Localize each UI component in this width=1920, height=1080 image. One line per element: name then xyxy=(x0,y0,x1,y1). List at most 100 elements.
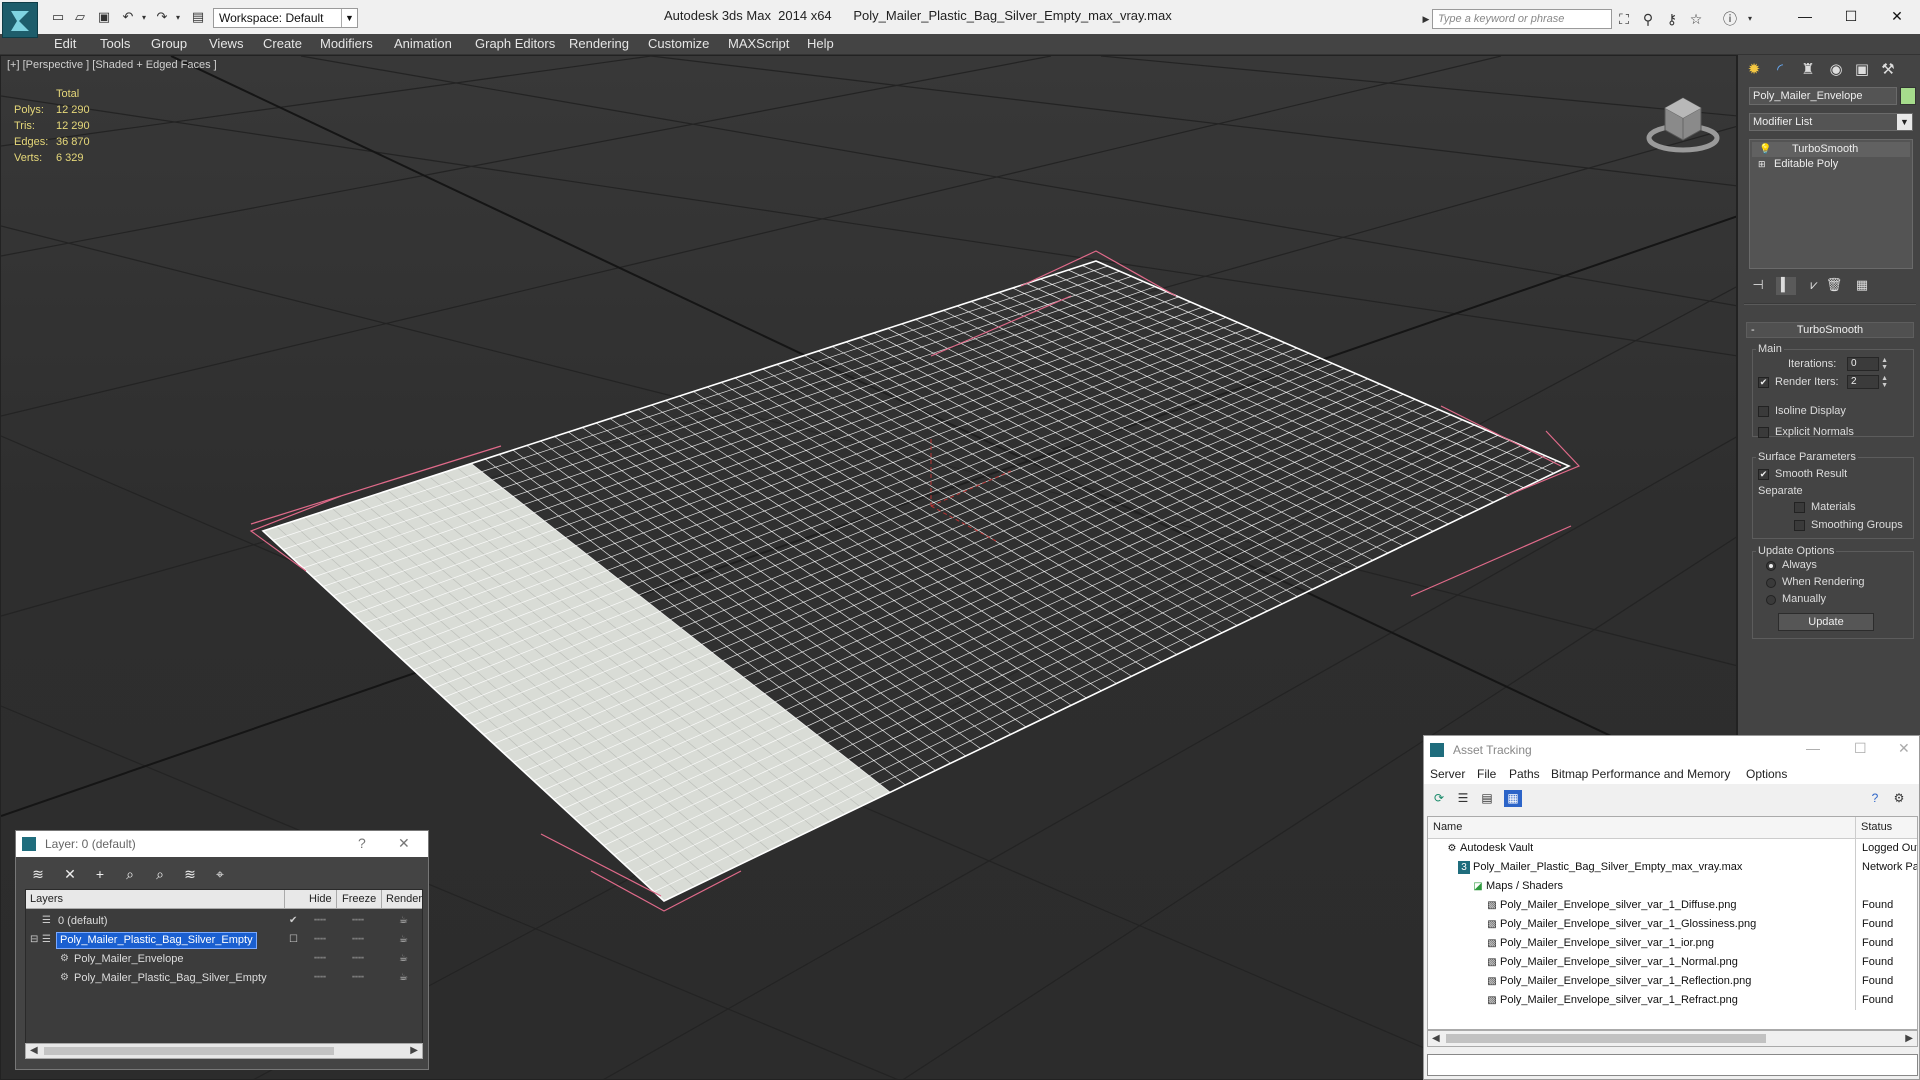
scroll-left-icon[interactable]: ◀ xyxy=(30,1044,38,1058)
smooth-result-checkbox[interactable]: ✔ xyxy=(1758,469,1769,480)
close-icon[interactable]: ✕ xyxy=(398,835,410,852)
column-hide[interactable]: Hide xyxy=(309,893,332,905)
render-iters-checkbox[interactable]: ✔ xyxy=(1758,377,1769,388)
spinner-arrows-icon[interactable]: ▲ ▼ xyxy=(1881,375,1888,389)
show-end-result-icon[interactable]: ▍ xyxy=(1776,277,1796,295)
smoothing-groups-checkbox[interactable] xyxy=(1794,520,1805,531)
lightbulb-icon[interactable]: 💡 xyxy=(1759,142,1771,157)
maximize-button[interactable]: ☐ xyxy=(1854,740,1867,757)
table-row[interactable]: ⚙ Autodesk Vault Logged Out xyxy=(1428,839,1917,858)
menu-help[interactable]: Help xyxy=(807,36,834,51)
layer-dialog-titlebar[interactable]: Layer: 0 (default) ? ✕ xyxy=(16,831,428,857)
menu-create[interactable]: Create xyxy=(263,36,302,51)
scroll-right-icon[interactable]: ▶ xyxy=(1905,1031,1913,1046)
close-button[interactable]: ✕ xyxy=(1898,740,1910,757)
layer-row[interactable]: ⊟ ☰ Poly_Mailer_Plastic_Bag_Silver_Empty… xyxy=(26,931,422,949)
explicit-normals-checkbox[interactable] xyxy=(1758,427,1769,438)
stack-item-turbosmooth[interactable]: 💡 TurboSmooth xyxy=(1752,142,1910,157)
favorites-icon[interactable]: ☆ xyxy=(1686,10,1706,28)
chevron-down-icon[interactable]: ▼ xyxy=(1897,114,1912,130)
redo-icon[interactable]: ↷ xyxy=(154,9,170,25)
hide-toggle[interactable]: ┅┅ xyxy=(314,912,326,930)
make-unique-icon[interactable]: ⩗ xyxy=(1804,277,1824,295)
communication-center-icon[interactable]: ⚲ xyxy=(1638,10,1658,28)
scroll-left-icon[interactable]: ◀ xyxy=(1432,1031,1440,1046)
viewcube-icon[interactable] xyxy=(1643,88,1723,161)
table-row[interactable]: ▧ Poly_Mailer_Envelope_silver_var_1_Norm… xyxy=(1428,953,1917,972)
sign-in-icon[interactable]: ⚷ xyxy=(1662,10,1682,28)
project-folder-icon[interactable]: ▤ xyxy=(190,9,206,25)
table-row[interactable]: 3 Poly_Mailer_Plastic_Bag_Silver_Empty_m… xyxy=(1428,858,1917,877)
maximize-button[interactable]: ☐ xyxy=(1828,4,1874,28)
freeze-toggle[interactable]: ┅┅ xyxy=(352,969,364,987)
help-icon[interactable]: ? xyxy=(358,835,366,851)
menu-graph-editors[interactable]: Graph Editors xyxy=(475,36,555,51)
menu-edit[interactable]: Edit xyxy=(54,36,76,51)
create-icon[interactable]: ✹ xyxy=(1742,59,1766,81)
freeze-toggle[interactable]: ┅┅ xyxy=(352,950,364,968)
object-name-field[interactable]: Poly_Mailer_Envelope xyxy=(1749,87,1897,105)
menu-paths[interactable]: Paths xyxy=(1509,767,1540,781)
logged-status-icon[interactable]: ⚙ xyxy=(1890,790,1908,807)
hide-toggle[interactable]: ┅┅ xyxy=(314,969,326,987)
active-layer-check-icon[interactable]: ✔ xyxy=(289,912,297,930)
layer-row[interactable]: ☰ 0 (default) ✔ ┅┅ ┅┅ ☕ xyxy=(26,912,422,930)
search-input[interactable]: Type a keyword or phrase xyxy=(1432,9,1612,29)
create-layer-icon[interactable]: ≋ xyxy=(28,864,48,884)
render-teapot-icon[interactable]: ☕ xyxy=(399,912,408,930)
help-dropdown-icon[interactable]: ▾ xyxy=(1740,10,1760,28)
menu-maxscript[interactable]: MAXScript xyxy=(728,36,789,51)
render-teapot-icon[interactable]: ☕ xyxy=(399,950,408,968)
column-freeze[interactable]: Freeze xyxy=(342,893,376,905)
undo-dropdown-icon[interactable]: ▾ xyxy=(136,9,152,25)
app-logo-icon[interactable] xyxy=(2,2,38,38)
iterations-spinner[interactable]: 0 ▲ ▼ xyxy=(1847,357,1888,371)
object-color-swatch[interactable] xyxy=(1900,87,1916,105)
model-mesh[interactable] xyxy=(261,260,1571,902)
column-name[interactable]: Name xyxy=(1433,821,1462,833)
undo-icon[interactable]: ↶ xyxy=(120,9,136,25)
materials-checkbox[interactable] xyxy=(1794,502,1805,513)
asset-table[interactable]: Name Status ⚙ Autodesk Vault Logged Out … xyxy=(1427,816,1918,1030)
list-view-icon[interactable]: ☰ xyxy=(1454,790,1472,807)
column-status[interactable]: Status xyxy=(1861,821,1892,833)
scroll-right-icon[interactable]: ▶ xyxy=(410,1044,418,1058)
context-help-icon[interactable]: ? xyxy=(1866,790,1884,807)
minimize-button[interactable]: — xyxy=(1782,4,1828,28)
isoline-display-checkbox[interactable] xyxy=(1758,406,1769,417)
menu-tools[interactable]: Tools xyxy=(100,36,130,51)
menu-file[interactable]: File xyxy=(1477,767,1496,781)
when-rendering-radio[interactable] xyxy=(1766,578,1776,588)
table-view-icon[interactable]: ▦ xyxy=(1504,790,1522,807)
layer-row[interactable]: ⚙ Poly_Mailer_Plastic_Bag_Silver_Empty ┅… xyxy=(26,969,422,987)
expand-plus-icon[interactable]: ⊞ xyxy=(1758,157,1766,172)
minimize-button[interactable]: — xyxy=(1806,740,1820,756)
table-row[interactable]: ◪ Maps / Shaders xyxy=(1428,877,1917,896)
delete-layer-icon[interactable]: ✕ xyxy=(60,864,80,884)
motion-icon[interactable]: ◉ xyxy=(1824,59,1848,81)
update-button[interactable]: Update xyxy=(1778,613,1874,631)
table-row[interactable]: ▧ Poly_Mailer_Envelope_silver_var_1_ior.… xyxy=(1428,934,1917,953)
turbosmooth-rollout-header[interactable]: - TurboSmooth xyxy=(1746,322,1914,338)
layer-table[interactable]: Layers Hide Freeze Render ☰ 0 (default) … xyxy=(25,889,423,1059)
viewport-label[interactable]: [+] [Perspective ] [Shaded + Edged Faces… xyxy=(7,59,217,71)
freeze-toggle[interactable]: ┅┅ xyxy=(352,912,364,930)
hide-toggle[interactable]: ┅┅ xyxy=(314,950,326,968)
menu-customize[interactable]: Customize xyxy=(648,36,709,51)
modifier-list-dropdown[interactable]: Modifier List ▼ xyxy=(1749,113,1913,131)
spinner-arrows-icon[interactable]: ▲ ▼ xyxy=(1881,357,1888,371)
column-render[interactable]: Render xyxy=(386,893,422,905)
select-objects-icon[interactable]: ⌕ xyxy=(120,864,140,884)
utilities-icon[interactable]: ⚒ xyxy=(1876,59,1900,81)
scroll-thumb[interactable] xyxy=(44,1047,334,1055)
open-file-icon[interactable]: ▱ xyxy=(72,9,88,25)
menu-views[interactable]: Views xyxy=(209,36,243,51)
layer-horizontal-scrollbar[interactable]: ◀ ▶ xyxy=(25,1043,423,1059)
hierarchy-icon[interactable]: ♜ xyxy=(1796,59,1820,81)
hide-all-icon[interactable]: ≋ xyxy=(180,864,200,884)
table-row[interactable]: ▧ Poly_Mailer_Envelope_silver_var_1_Refr… xyxy=(1428,991,1917,1010)
always-radio[interactable] xyxy=(1766,561,1776,571)
pin-stack-icon[interactable]: ⊣ xyxy=(1748,277,1768,295)
table-row[interactable]: ▧ Poly_Mailer_Envelope_silver_var_1_Refl… xyxy=(1428,972,1917,991)
menu-animation[interactable]: Animation xyxy=(394,36,452,51)
